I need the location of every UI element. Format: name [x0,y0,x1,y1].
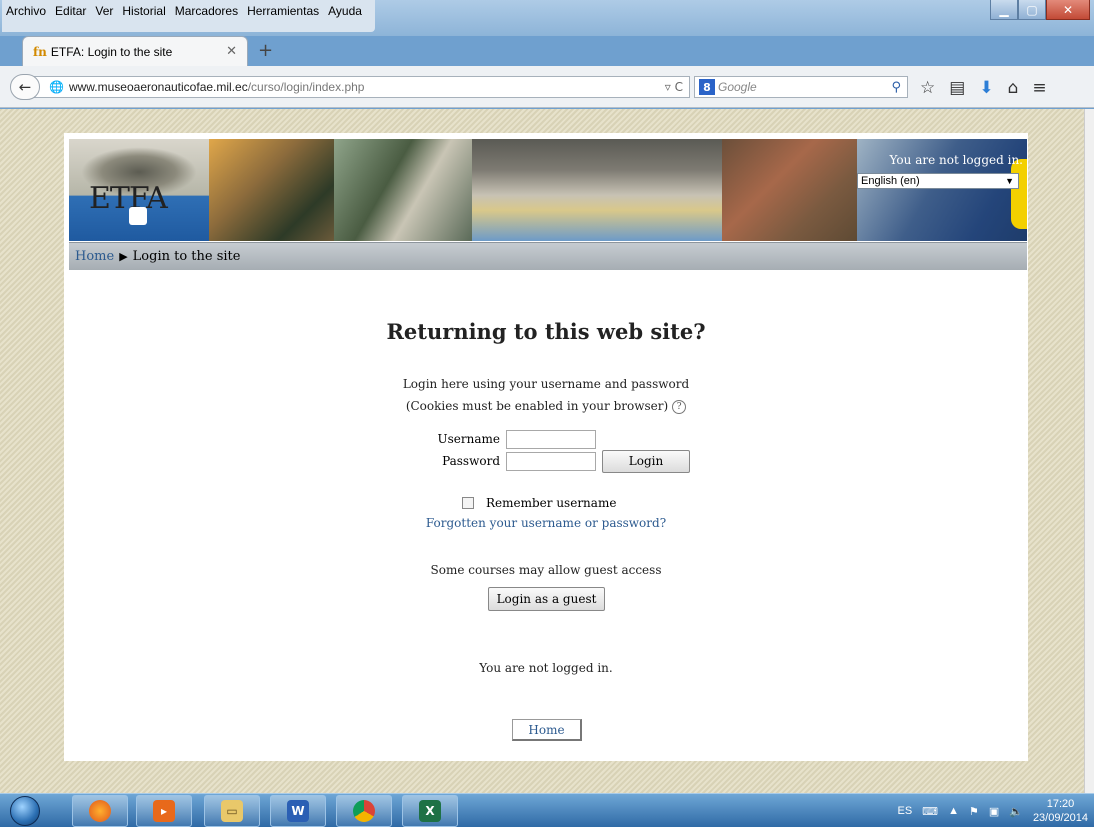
tab-strip: fn ETFA: Login to the site ✕ + [0,30,1094,66]
remember-username-checkbox[interactable] [462,497,474,509]
menu-historial[interactable]: Historial [122,4,165,18]
volume-icon[interactable]: 🔈 [1009,805,1023,818]
clock-time: 17:20 [1046,798,1075,810]
minimize-button[interactable]: ▁ [990,0,1018,20]
remember-username-label: Remember username [486,496,617,510]
show-hidden-icons-icon[interactable]: ▲ [948,805,959,817]
navigation-bar: 🌐 www.museoaeronauticofae.mil.ec/curso/l… [0,66,1094,108]
excel-icon: X [419,800,441,822]
chrome-icon [353,800,375,822]
language-select[interactable]: English (en) ▼ [857,173,1019,189]
action-center-flag-icon[interactable]: ⚑ [969,805,979,818]
menu-editar[interactable]: Editar [55,4,86,18]
start-button[interactable] [10,796,40,826]
system-tray: ES ⌨ ▲ ⚑ ▣ 🔈 17:20 23/09/2014 [897,794,1094,827]
login-intro: Login here using your username and passw… [402,377,690,391]
taskbar-media[interactable]: ▸ [136,795,192,827]
home-icon[interactable]: ⌂ [1008,78,1019,98]
taskbar-word[interactable]: W [270,795,326,827]
taskbar-chrome[interactable] [336,795,392,827]
url-path: /curso/login/index.php [247,80,365,94]
menu-herramientas[interactable]: Herramientas [247,4,319,18]
window-controls: ▁ ▢ ✕ [990,0,1090,20]
clock-date: 23/09/2014 [1032,812,1088,824]
banner-photo-1 [209,139,334,241]
breadcrumb: Home ▶ Login to the site [69,242,1027,270]
password-label: Password [442,454,500,468]
browser-tab[interactable]: fn ETFA: Login to the site ✕ [22,36,248,66]
breadcrumb-current: Login to the site [132,249,241,264]
menu-ver[interactable]: Ver [95,4,113,18]
maximize-button[interactable]: ▢ [1018,0,1046,20]
url-bar[interactable]: 🌐 www.museoaeronauticofae.mil.ec/curso/l… [34,76,690,98]
download-icon[interactable]: ⬇ [979,78,993,98]
password-input[interactable] [506,451,596,471]
taskbar-explorer[interactable]: ▭ [204,795,260,827]
login-form: Username Password Login [394,428,794,473]
site-favicon-icon: fn [33,44,47,59]
menu-bar: Archivo Editar Ver Historial Marcadores … [2,0,375,32]
username-input[interactable] [506,429,596,449]
banner-logo: ETFA [69,139,209,241]
firefox-icon [89,800,111,822]
back-button[interactable]: ← [10,74,40,100]
globe-icon: 🌐 [49,80,64,94]
taskbar-excel[interactable]: X [402,795,458,827]
google-icon[interactable]: 8 [699,79,715,95]
page-container: ETFA You are not logged in. English (en)… [64,133,1028,761]
new-tab-icon[interactable]: + [258,40,273,61]
guest-access-info: Some courses may allow guest access [430,563,662,577]
site-logo-text: ETFA [89,181,168,216]
close-window-button[interactable]: ✕ [1046,0,1090,20]
vertical-scrollbar[interactable] [1084,109,1094,793]
url-domain: www.museoaeronauticofae.mil.ec [68,80,248,94]
close-tab-icon[interactable]: ✕ [226,44,237,59]
language-value: English (en) [861,175,920,187]
cookies-note-text: (Cookies must be enabled in your browser… [405,399,669,413]
reading-list-icon[interactable]: ▤ [949,78,965,98]
hamburger-menu-icon[interactable]: ≡ [1032,78,1046,98]
windows-taskbar: ▸ ▭ W X ES ⌨ ▲ ⚑ ▣ 🔈 17:20 23/09/2014 [0,793,1094,827]
login-button[interactable]: Login [602,449,690,473]
network-icon[interactable]: ▣ [989,805,999,818]
folder-icon: ▭ [221,800,243,822]
footer-login-status: You are not logged in. [479,661,613,675]
banner-photo-4 [722,139,857,241]
help-icon[interactable]: ? [672,399,687,414]
menu-ayuda[interactable]: Ayuda [328,4,362,18]
banner-photo-2 [334,139,472,241]
cookies-note: (Cookies must be enabled in your browser… [64,399,1028,414]
media-player-icon: ▸ [153,800,175,822]
site-banner: ETFA You are not logged in. English (en)… [69,139,1027,241]
chevron-down-icon: ▼ [1005,176,1014,186]
seal-icon [129,207,147,225]
menu-marcadores[interactable]: Marcadores [175,4,238,18]
remember-username: Remember username [462,496,616,510]
breadcrumb-home-link[interactable]: Home [75,249,114,264]
page-title: Returning to this web site? [386,319,706,344]
bookmark-star-icon[interactable]: ☆ [920,78,935,98]
url-text: www.museoaeronauticofae.mil.ec/curso/log… [69,80,365,94]
banner-emblem-icon [1011,159,1027,229]
word-icon: W [287,800,309,822]
search-placeholder: Google [718,80,757,94]
forgot-password-link[interactable]: Forgotten your username or password? [64,516,1028,530]
language-indicator[interactable]: ES [897,805,912,817]
taskbar-firefox[interactable] [72,795,128,827]
login-info: You are not logged in. [889,153,1023,167]
search-bar[interactable]: 8 Google ⚲ [694,76,908,98]
tab-title: ETFA: Login to the site [50,44,173,59]
reload-icon[interactable]: ▿ C [665,80,683,94]
menu-archivo[interactable]: Archivo [6,4,46,18]
toolbar-icons: ☆ ▤ ⬇ ⌂ ≡ [920,78,1047,98]
login-as-guest-button[interactable]: Login as a guest [488,587,605,611]
breadcrumb-separator-icon: ▶ [119,250,128,263]
username-label: Username [437,432,500,446]
search-icon[interactable]: ⚲ [891,80,901,95]
system-clock[interactable]: 17:20 23/09/2014 [1033,797,1088,825]
keyboard-icon[interactable]: ⌨ [922,805,938,818]
banner-photo-3 [472,139,722,241]
footer-home-link[interactable]: Home [512,719,582,741]
page-viewport: ETFA You are not logged in. English (en)… [0,109,1084,793]
